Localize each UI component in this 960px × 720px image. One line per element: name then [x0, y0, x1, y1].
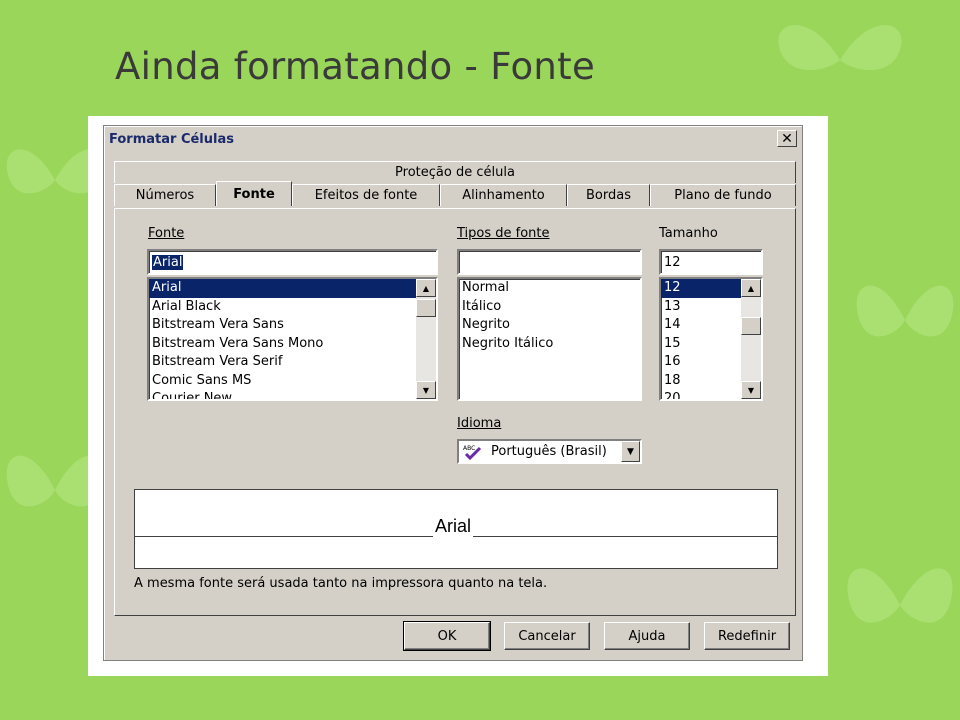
- list-item[interactable]: Courier New: [149, 390, 436, 399]
- tab-label: Plano de fundo: [674, 188, 772, 203]
- font-style-list[interactable]: Normal Itálico Negrito Negrito Itálico: [457, 277, 642, 401]
- size-field[interactable]: 12: [659, 249, 763, 275]
- scroll-up-button[interactable]: ▲: [416, 279, 436, 297]
- list-item[interactable]: Itálico: [459, 298, 640, 317]
- tab-numeros[interactable]: Números: [114, 184, 216, 206]
- tab-alinhamento[interactable]: Alinhamento: [440, 184, 567, 206]
- font-style-label: Tipos de fonte: [457, 226, 550, 241]
- size-label-text: Tamanho: [659, 226, 718, 241]
- list-item[interactable]: Bitstream Vera Sans: [149, 316, 436, 335]
- format-cells-dialog: Formatar Células ✕ Proteção de célula Nú…: [103, 125, 803, 661]
- arrow-up-icon: ▲: [747, 283, 755, 293]
- size-list-scrollbar[interactable]: ▲ ▼: [741, 279, 761, 399]
- font-list-scrollbar[interactable]: ▲ ▼: [416, 279, 436, 399]
- size-value: 12: [664, 254, 681, 270]
- font-name-field[interactable]: Arial: [147, 249, 438, 275]
- list-item[interactable]: Arial: [149, 279, 436, 298]
- font-preview: Arial: [134, 489, 778, 569]
- language-value: Português (Brasil): [491, 444, 607, 459]
- ok-button[interactable]: OK: [403, 621, 491, 651]
- font-tab-panel: Fonte Arial Arial Arial Black Bitstream …: [114, 208, 796, 616]
- tab-label: Bordas: [586, 188, 631, 203]
- tab-label: Números: [135, 188, 195, 203]
- svg-text:ABC: ABC: [463, 445, 475, 452]
- tab-protecao-celula[interactable]: Proteção de célula: [114, 161, 796, 183]
- scroll-down-button[interactable]: ▼: [741, 381, 761, 399]
- list-item[interactable]: Normal: [459, 279, 640, 298]
- butterfly-icon: [778, 25, 902, 70]
- chevron-down-icon: ▼: [627, 446, 634, 457]
- list-item[interactable]: Comic Sans MS: [149, 372, 436, 391]
- tab-plano-de-fundo[interactable]: Plano de fundo: [650, 184, 796, 206]
- arrow-up-icon: ▲: [422, 283, 430, 293]
- list-item[interactable]: Arial Black: [149, 298, 436, 317]
- tab-label: Alinhamento: [462, 188, 545, 203]
- preview-text: Arial: [433, 516, 474, 537]
- font-name-value: Arial: [152, 254, 184, 270]
- size-list[interactable]: 12 13 14 15 16 18 20 ▲ ▼: [659, 277, 763, 401]
- tab-efeitos-de-fonte[interactable]: Efeitos de fonte: [292, 184, 440, 206]
- tab-label: Efeitos de fonte: [314, 188, 418, 203]
- cancel-button-label: Cancelar: [518, 628, 576, 644]
- scroll-thumb[interactable]: [741, 317, 761, 335]
- preview-note: A mesma fonte será usada tanto na impres…: [134, 576, 548, 591]
- size-label: Tamanho: [659, 226, 718, 241]
- spellcheck-icon: ABC: [463, 444, 485, 460]
- language-label-text: Idioma: [457, 416, 502, 431]
- reset-button-label: Redefinir: [717, 628, 777, 644]
- list-item[interactable]: Negrito Itálico: [459, 335, 640, 354]
- font-label: Fonte: [148, 226, 184, 241]
- tab-fonte[interactable]: Fonte: [216, 181, 292, 206]
- tab-label: Proteção de célula: [395, 165, 515, 180]
- list-item[interactable]: Negrito: [459, 316, 640, 335]
- tab-bordas[interactable]: Bordas: [567, 184, 650, 206]
- language-dropdown-button[interactable]: ▼: [621, 441, 640, 462]
- dialog-titlebar[interactable]: Formatar Células ✕: [106, 128, 800, 150]
- close-icon: ✕: [781, 130, 793, 147]
- scroll-down-button[interactable]: ▼: [416, 381, 436, 399]
- language-combo[interactable]: ABC Português (Brasil) ▼: [457, 439, 642, 464]
- scroll-up-button[interactable]: ▲: [741, 279, 761, 297]
- tab-label: Fonte: [233, 186, 275, 202]
- arrow-down-icon: ▼: [747, 385, 755, 395]
- dialog-title: Formatar Células: [109, 131, 234, 147]
- list-item[interactable]: Bitstream Vera Serif: [149, 353, 436, 372]
- help-button-label: Ajuda: [628, 628, 666, 644]
- close-button[interactable]: ✕: [777, 130, 797, 147]
- reset-button[interactable]: Redefinir: [704, 622, 790, 650]
- arrow-down-icon: ▼: [422, 385, 430, 395]
- slide-title: Ainda formatando - Fonte: [115, 45, 596, 88]
- font-style-label-text: Tipos de fonte: [457, 226, 550, 241]
- font-list[interactable]: Arial Arial Black Bitstream Vera Sans Bi…: [147, 277, 438, 401]
- scroll-thumb[interactable]: [416, 299, 436, 317]
- cancel-button[interactable]: Cancelar: [504, 622, 590, 650]
- butterfly-icon: [856, 285, 954, 337]
- language-label: Idioma: [457, 416, 501, 431]
- font-style-field[interactable]: [457, 249, 642, 275]
- font-label-text: Fonte: [148, 226, 185, 241]
- list-item[interactable]: Bitstream Vera Sans Mono: [149, 335, 436, 354]
- ok-button-label: OK: [437, 628, 457, 644]
- help-button[interactable]: Ajuda: [604, 622, 690, 650]
- butterfly-icon: [847, 568, 953, 623]
